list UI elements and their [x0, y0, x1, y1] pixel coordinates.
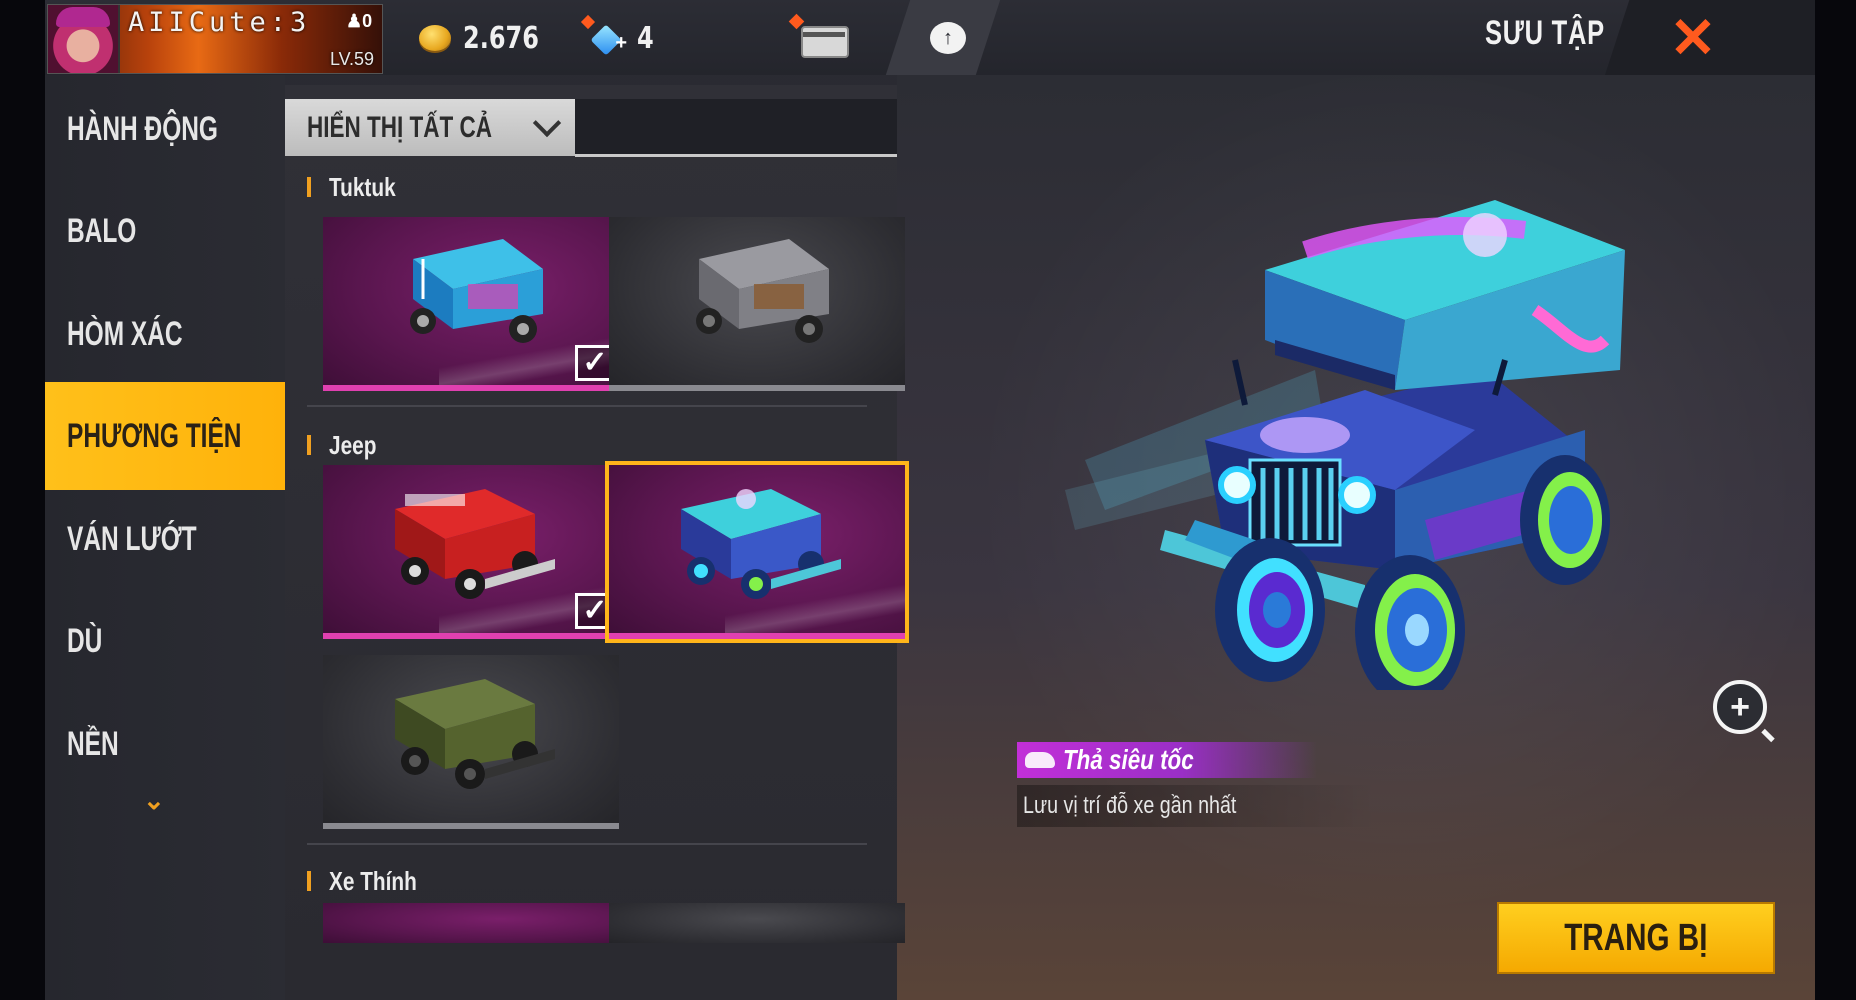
sidebar-item-label: DÙ: [67, 621, 103, 660]
skill-description: Lưu vị trí đỗ xe gần nhất: [1017, 785, 1377, 827]
tuktuk-graffiti-icon: [410, 239, 543, 343]
section-label: Xe Thính: [329, 865, 417, 896]
category-sidebar: HÀNH ĐỘNG BALO HÒM XÁC PHƯƠNG TIỆN VÁN L…: [45, 75, 285, 1000]
like-count-value: 0: [362, 11, 373, 31]
section-label: Jeep: [329, 429, 377, 460]
item-tile-tuktuk-graffiti[interactable]: ✓: [323, 217, 619, 391]
screen-edge: [1815, 0, 1856, 1000]
sidebar-item-surfboard[interactable]: VÁN LƯỚT: [45, 485, 285, 593]
skill-name: Thả siêu tốc: [1063, 744, 1194, 775]
car-icon: [1025, 752, 1055, 768]
filter-label: HIỂN THỊ TẤT CẢ: [307, 110, 492, 144]
chevron-down-icon: [532, 108, 562, 138]
diamond-card-icon[interactable]: [788, 13, 849, 58]
player-name: AIICute:3: [128, 7, 311, 38]
sidebar-item-backpack[interactable]: BALO: [45, 177, 285, 285]
sidebar-item-label: PHƯƠNG TIỆN: [67, 416, 242, 455]
section-title-tuktuk: Tuktuk: [307, 171, 412, 203]
sidebar-item-label: NỀN: [67, 724, 119, 763]
sidebar-item-lootbox[interactable]: HÒM XÁC: [45, 280, 285, 388]
jeep-red-icon: [395, 489, 555, 599]
sidebar-item-banner[interactable]: NỀN: [45, 690, 285, 798]
section-label: Tuktuk: [329, 171, 396, 202]
game-screen: AIICute:3 ♟0 LV.59 2.676 + 4 ↑ SƯU TẬP ✕…: [45, 0, 1815, 1000]
section-divider: [307, 405, 867, 407]
jeep-blue-icon: [681, 489, 841, 599]
player-level: LV.59: [330, 49, 375, 69]
page-title: SƯU TẬP: [1485, 14, 1605, 52]
diamond-amount: 4: [637, 20, 654, 56]
vehicle-skill-badge: Thả siêu tốc: [1017, 742, 1317, 778]
sidebar-item-label: VÁN LƯỚT: [67, 519, 197, 558]
filter-dropdown[interactable]: HIỂN THỊ TẤT CẢ: [285, 99, 575, 156]
zoom-in-icon[interactable]: +: [1713, 680, 1767, 734]
sidebar-item-label: HÒM XÁC: [67, 314, 183, 353]
skill-description-text: Lưu vị trí đỗ xe gần nhất: [1023, 792, 1237, 819]
item-tile-jeep-graffiti-red[interactable]: ✓: [323, 465, 619, 639]
close-icon[interactable]: ✕: [1667, 10, 1719, 66]
coin-balance[interactable]: 2.676: [419, 18, 558, 58]
section-divider: [307, 843, 867, 845]
sidebar-item-actions[interactable]: HÀNH ĐỘNG: [45, 75, 285, 183]
cloud-upload-icon[interactable]: ↑: [930, 22, 966, 54]
tuktuk-classic-icon: [696, 239, 829, 343]
equip-button[interactable]: TRANG BỊ: [1497, 902, 1775, 974]
item-tile-tuktuk-classic[interactable]: [609, 217, 905, 391]
chevron-down-icon[interactable]: ⌄: [143, 785, 165, 816]
gold-coin-icon: [419, 25, 451, 51]
like-count: ♟0: [346, 11, 373, 31]
equip-button-label: TRANG BỊ: [1564, 916, 1708, 959]
player-card[interactable]: AIICute:3 ♟0 LV.59: [47, 4, 383, 74]
item-tile-xe-thinh-1[interactable]: [323, 903, 619, 943]
player-avatar[interactable]: [48, 5, 120, 73]
sidebar-item-label: BALO: [67, 211, 137, 250]
coin-amount: 2.676: [463, 20, 539, 56]
diamond-plus-icon[interactable]: +: [580, 14, 627, 56]
item-tile-jeep-army[interactable]: [323, 655, 619, 829]
item-tile-jeep-graffiti-blue[interactable]: [605, 461, 909, 643]
item-tile-xe-thinh-2[interactable]: [609, 903, 905, 943]
section-title-xe-thinh: Xe Thính: [307, 865, 439, 897]
item-list-panel: HIỂN THỊ TẤT CẢ Tuktuk ✓ Jeep ✓ Xe Thính: [285, 85, 909, 1000]
sidebar-item-label: HÀNH ĐỘNG: [67, 109, 218, 148]
sidebar-item-vehicles[interactable]: PHƯƠNG TIỆN: [45, 382, 285, 490]
filter-bar: [575, 99, 897, 157]
jeep-preview-model[interactable]: [1065, 190, 1685, 690]
section-title-jeep: Jeep: [307, 429, 388, 461]
jeep-army-icon: [395, 679, 555, 789]
sidebar-item-parachute[interactable]: DÙ: [45, 587, 285, 695]
diamond-balance[interactable]: + 4: [580, 14, 658, 58]
